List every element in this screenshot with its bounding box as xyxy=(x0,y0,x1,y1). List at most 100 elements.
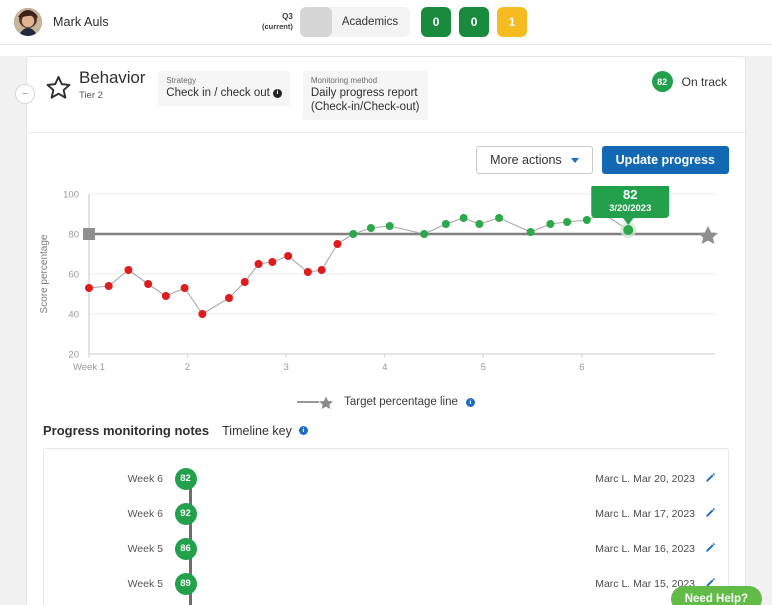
target-line-info-icon[interactable]: i xyxy=(466,398,475,407)
strategy-value: Check in / check out xyxy=(166,86,270,100)
subject-color-swatch xyxy=(300,7,332,37)
y-axis-tick-label: 60 xyxy=(68,270,79,281)
note-row[interactable]: Week 589Marc L. Mar 15, 2023 xyxy=(44,566,728,601)
data-point[interactable] xyxy=(349,230,357,238)
edit-icon[interactable] xyxy=(705,540,716,558)
note-row[interactable]: Week 586Marc L. Mar 16, 2023 xyxy=(44,531,728,566)
data-point[interactable] xyxy=(241,278,249,286)
data-point[interactable] xyxy=(442,220,450,228)
y-axis-tick-label: 40 xyxy=(68,310,79,321)
need-help-button[interactable]: Need Help? xyxy=(671,586,762,605)
collapse-card-button[interactable]: − xyxy=(15,84,35,104)
update-progress-button[interactable]: Update progress xyxy=(602,146,729,174)
strategy-label: Strategy xyxy=(166,76,282,86)
data-point[interactable] xyxy=(85,284,93,292)
score-line xyxy=(89,214,628,314)
data-point[interactable] xyxy=(475,220,483,228)
goal-title-group: Behavior Tier 2 xyxy=(79,69,145,101)
monitoring-method-line2: (Check-in/Check-out) xyxy=(311,100,420,114)
chart-svg[interactable]: 20406080100Score percentageWeek 12345682… xyxy=(27,186,737,386)
data-point[interactable] xyxy=(284,252,292,260)
note-dot-column: 89 xyxy=(172,573,199,595)
more-actions-label: More actions xyxy=(490,154,562,167)
count-badge-1[interactable]: 0 xyxy=(421,7,451,37)
data-point[interactable] xyxy=(386,222,394,230)
star-icon xyxy=(45,74,72,106)
note-week: Week 6 xyxy=(44,473,172,485)
count-badge-3-value: 1 xyxy=(509,15,516,29)
data-point[interactable] xyxy=(318,266,326,274)
student-name: Mark Auls xyxy=(53,15,109,29)
data-point[interactable] xyxy=(546,220,554,228)
timeline-key-info-icon[interactable]: i xyxy=(299,426,308,435)
data-point[interactable] xyxy=(583,216,591,224)
data-point[interactable] xyxy=(420,230,428,238)
data-point[interactable] xyxy=(460,214,468,222)
data-point[interactable] xyxy=(198,310,206,318)
data-point[interactable] xyxy=(623,225,633,235)
note-meta: Marc L. Mar 15, 2023 xyxy=(199,575,728,593)
data-point[interactable] xyxy=(333,240,341,248)
data-point[interactable] xyxy=(162,292,170,300)
quarter-value: Q3 xyxy=(262,12,293,22)
goal-card: − Behavior Tier 2 Strategy Check in / ch… xyxy=(26,56,746,605)
tooltip-value: 82 xyxy=(623,187,637,202)
note-row[interactable]: Week 692Marc L. Mar 17, 2023 xyxy=(44,496,728,531)
x-axis-tick-label: 3 xyxy=(284,362,289,373)
data-point[interactable] xyxy=(304,268,312,276)
top-bar: Mark Auls Q3 (current) Academics 0 0 1 xyxy=(0,0,772,45)
note-row[interactable]: Week 682 Marc L. Mar 20, 2023 xyxy=(44,461,728,496)
edit-icon[interactable] xyxy=(705,470,716,488)
data-point[interactable] xyxy=(367,224,375,232)
data-point[interactable] xyxy=(124,266,132,274)
x-axis-tick-label: 5 xyxy=(481,362,486,373)
y-axis-title: Score percentage xyxy=(39,235,50,314)
note-meta: Marc L. Mar 20, 2023 xyxy=(199,470,728,488)
strategy-info-icon[interactable]: i xyxy=(273,89,282,98)
chevron-down-icon xyxy=(571,158,579,163)
data-point[interactable] xyxy=(527,228,535,236)
note-author-date: Marc L. Mar 16, 2023 xyxy=(595,543,695,555)
subject-pill[interactable]: Academics xyxy=(300,7,410,37)
y-axis-tick-label: 80 xyxy=(68,230,79,241)
note-row[interactable]: Week 583Marc L. Mar 14, 2023 xyxy=(44,601,728,605)
quarter-label: Q3 (current) xyxy=(262,12,300,31)
note-score-dot: 86 xyxy=(175,538,197,560)
tooltip-date: 3/20/2023 xyxy=(609,203,651,214)
x-axis-tick-label: 6 xyxy=(579,362,584,373)
data-point[interactable] xyxy=(144,280,152,288)
monitoring-method-label: Monitoring method xyxy=(311,76,420,86)
x-axis-tick-label: 4 xyxy=(382,362,387,373)
status-score: 82 xyxy=(652,71,673,92)
monitoring-method-value: Daily progress report (Check-in/Check-ou… xyxy=(311,86,420,114)
data-point[interactable] xyxy=(255,260,263,268)
data-point[interactable] xyxy=(225,294,233,302)
data-point[interactable] xyxy=(563,218,571,226)
data-point[interactable] xyxy=(495,214,503,222)
data-point[interactable] xyxy=(105,282,113,290)
y-axis-tick-label: 100 xyxy=(63,190,79,201)
count-badge-1-value: 0 xyxy=(433,15,440,29)
notes-header: Progress monitoring notes Timeline key i xyxy=(27,409,745,448)
count-badge-2[interactable]: 0 xyxy=(459,7,489,37)
strategy-value-row: Check in / check out i xyxy=(166,86,282,100)
quarter-subject-group: Q3 (current) Academics 0 0 1 xyxy=(262,0,527,44)
more-actions-button[interactable]: More actions xyxy=(476,146,593,174)
data-point[interactable] xyxy=(181,284,189,292)
note-dot-column: 82 xyxy=(172,468,199,490)
goal-tier: Tier 2 xyxy=(79,90,145,101)
count-badge-3[interactable]: 1 xyxy=(497,7,527,37)
timeline-key-label: Timeline key xyxy=(222,424,292,438)
target-end-star-marker xyxy=(698,226,718,244)
note-dot-column: 86 xyxy=(172,538,199,560)
note-meta: Marc L. Mar 17, 2023 xyxy=(199,505,728,523)
note-author-date: Marc L. Mar 20, 2023 xyxy=(595,473,695,485)
notes-list: Week 682 Marc L. Mar 20, 2023 Week 692Marc… xyxy=(44,461,728,605)
timeline-key[interactable]: Timeline key i xyxy=(222,424,308,438)
status-text: On track xyxy=(682,75,727,89)
data-point[interactable] xyxy=(268,258,276,266)
page-body: − Behavior Tier 2 Strategy Check in / ch… xyxy=(0,56,772,605)
edit-icon[interactable] xyxy=(705,505,716,523)
monitoring-method-line1: Daily progress report xyxy=(311,86,420,100)
quarter-current: (current) xyxy=(262,22,293,31)
